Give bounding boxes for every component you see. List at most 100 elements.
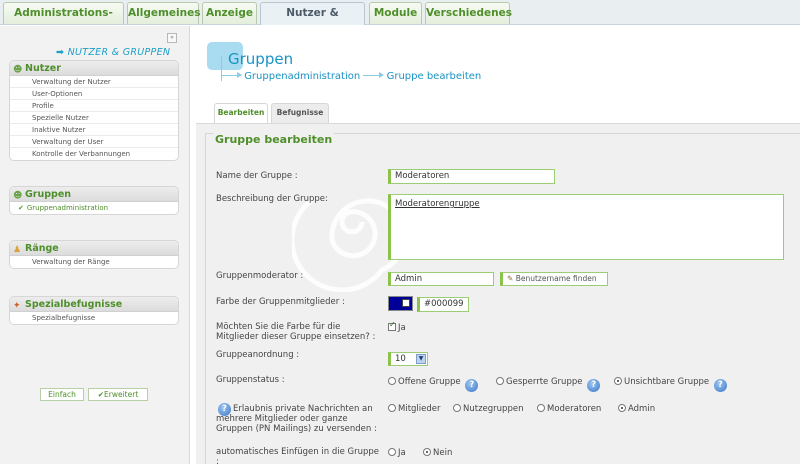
use-color-yes-label: Ja <box>398 323 406 333</box>
sidebar-item-gruppenadministration[interactable]: ✔ Gruppenadministration <box>10 202 178 214</box>
auto-yes-radio[interactable] <box>388 448 396 456</box>
auto-insert-label: automatisches Einfügen in die Gruppe : <box>216 447 380 464</box>
panel-raenge: ♟ Ränge Verwaltung der Ränge <box>9 240 179 269</box>
help-icon[interactable]: ? <box>587 379 601 392</box>
pm-usergroups-option[interactable]: Nutzegruppen <box>453 404 523 414</box>
sidebar-item-verwaltung-raenge[interactable]: Verwaltung der Ränge <box>10 256 178 268</box>
use-color-checkbox[interactable] <box>388 320 396 331</box>
sidebar-item-label: Gruppenadministration <box>26 204 109 212</box>
pm-moderators-radio[interactable] <box>537 404 545 412</box>
breadcrumb-arrow-icon <box>363 72 385 78</box>
sidebar-item-verwaltung-user[interactable]: Verwaltung der User <box>10 136 178 148</box>
sidebar-item-verbannungen[interactable]: Kontrolle der Verbannungen <box>10 148 178 160</box>
panel-header[interactable]: ☻ Nutzer <box>10 61 178 76</box>
tab-anzeige[interactable]: Anzeige <box>202 2 257 24</box>
status-invisible-label: Unsichtbare Gruppe <box>624 377 710 387</box>
status-invisible-option[interactable]: Unsichtbare Gruppe ? <box>614 377 727 392</box>
pm-admin-option[interactable]: Admin <box>618 404 655 414</box>
pencil-icon: ✎ <box>507 274 514 283</box>
sidebar-item-user-optionen[interactable]: User-Optionen <box>10 88 178 100</box>
collapse-sidebar-icon[interactable]: « <box>167 33 177 43</box>
tab-verschiedenes[interactable]: Verschiedenes <box>425 2 512 24</box>
panel-header[interactable]: ☻ Gruppen <box>10 187 178 202</box>
find-username-button[interactable]: ✎ Benutzername finden <box>500 272 608 286</box>
tab-befugnisse[interactable]: Befugnisse <box>271 103 329 123</box>
status-locked-option[interactable]: Gesperrte Gruppe ? <box>496 377 601 392</box>
status-open-label: Offene Gruppe <box>398 377 461 387</box>
use-color-label: Möchten Sie die Farbe für die Mitglieder… <box>216 322 376 342</box>
help-icon[interactable]: ? <box>713 379 727 392</box>
page-title: Gruppen <box>228 50 294 68</box>
tab-allgemeines[interactable]: Allgemeines <box>127 2 200 24</box>
status-locked-radio[interactable] <box>496 377 504 385</box>
chevron-down-icon: ▼ <box>416 354 426 364</box>
main-content: Gruppen Gruppenadministration Gruppe bea… <box>196 26 800 464</box>
form-legend: Gruppe bearbeiten <box>213 133 335 146</box>
tab-administrations-index[interactable]: Administrations-Index <box>3 2 124 39</box>
auto-yes-label: Ja <box>398 448 406 458</box>
simple-mode-button[interactable]: Einfach <box>40 388 84 401</box>
checkmark-icon: ✔ <box>18 204 24 212</box>
pm-usergroups-radio[interactable] <box>453 404 461 412</box>
auto-no-option[interactable]: Nein <box>423 448 452 458</box>
panel-title: Gruppen <box>25 189 72 200</box>
panel-header[interactable]: ✦ Spezialbefugnisse <box>10 297 178 312</box>
tab-module[interactable]: Module <box>369 2 422 24</box>
user-icon: ☻ <box>13 65 23 75</box>
panel-nutzer: ☻ Nutzer Verwaltung der Nutzer User-Optio… <box>9 60 179 161</box>
status-open-radio[interactable] <box>388 377 396 385</box>
pm-admin-radio[interactable] <box>618 404 626 412</box>
pm-moderators-label: Moderatoren <box>547 404 602 414</box>
auto-yes-option[interactable]: Ja <box>388 448 406 458</box>
pm-permission-label: Erlaubnis private Nachrichten an mehrere… <box>216 404 377 434</box>
group-name-input[interactable]: Moderatoren <box>388 169 555 184</box>
extended-mode-label: Erweitert <box>104 390 139 399</box>
breadcrumb-item[interactable]: Gruppe bearbeiten <box>387 71 482 82</box>
sidebar-item-spezielle-nutzer[interactable]: Spezielle Nutzer <box>10 112 178 124</box>
color-picker-swatch[interactable] <box>388 296 413 311</box>
pm-members-radio[interactable] <box>388 404 396 412</box>
sidebar: « ➡ NUTZER & GRUPPEN ☻ Nutzer Verwaltung … <box>0 26 190 464</box>
group-order-label: Gruppeanordnung : <box>216 350 300 360</box>
panel-title: Ränge <box>25 243 59 254</box>
group-description-textarea[interactable]: Moderatorengruppe <box>388 194 784 260</box>
sidebar-item-verwaltung-nutzer[interactable]: Verwaltung der Nutzer <box>10 76 178 88</box>
group-order-value: 10 <box>395 354 406 364</box>
tab-bearbeiten[interactable]: Bearbeiten <box>214 103 268 123</box>
breadcrumb-arrow-icon <box>221 72 242 78</box>
auto-no-radio[interactable] <box>423 448 431 456</box>
help-icon[interactable]: ? <box>465 379 479 392</box>
sidebar-item-profile[interactable]: Profile <box>10 100 178 112</box>
group-moderator-input[interactable]: Admin <box>388 272 494 286</box>
auto-no-label: Nein <box>433 448 453 458</box>
pm-members-option[interactable]: Mitglieder <box>388 404 441 414</box>
find-username-label: Benutzername finden <box>515 274 597 283</box>
group-name-label: Name der Gruppe : <box>216 171 298 181</box>
use-color-checkbox-option[interactable]: Ja <box>388 320 406 333</box>
breadcrumb-item[interactable]: Gruppenadministration <box>244 71 360 82</box>
group-color-input[interactable]: #000099 <box>417 297 469 312</box>
breadcrumb: Gruppenadministration Gruppe bearbeiten <box>221 71 481 82</box>
rank-icon: ♟ <box>13 245 22 255</box>
tab-nutzer-gruppen[interactable]: Nutzer & Gruppen <box>260 2 365 39</box>
pm-members-label: Mitglieder <box>398 404 441 414</box>
status-open-option[interactable]: Offene Gruppe ? <box>388 377 479 392</box>
panel-title: Nutzer <box>25 63 61 74</box>
special-icon: ✦ <box>13 301 21 311</box>
group-status-label: Gruppenstatus : <box>216 375 285 385</box>
pm-moderators-option[interactable]: Moderatoren <box>537 404 601 414</box>
sidebar-section-title: ➡ NUTZER & GRUPPEN <box>56 47 171 58</box>
sidebar-item-spezialbefugnisse[interactable]: Spezialbefugnisse <box>10 312 178 324</box>
color-picker-icon <box>402 299 410 307</box>
status-locked-label: Gesperrte Gruppe <box>506 377 583 387</box>
group-moderator-label: Gruppenmoderator : <box>216 271 304 281</box>
extended-mode-button[interactable]: ✔Erweitert <box>88 388 148 401</box>
status-invisible-radio[interactable] <box>614 377 622 385</box>
panel-gruppen: ☻ Gruppen ✔ Gruppenadministration <box>9 186 179 215</box>
panel-header[interactable]: ♟ Ränge <box>10 241 178 256</box>
sidebar-item-inaktive-nutzer[interactable]: Inaktive Nutzer <box>10 124 178 136</box>
group-color-label: Farbe der Gruppenmitglieder : <box>216 297 345 307</box>
top-tab-bar: Administrations-Index Allgemeines Anzeig… <box>0 0 800 39</box>
group-order-select[interactable]: 10 ▼ <box>388 352 428 366</box>
panel-title: Spezialbefugnisse <box>25 299 123 310</box>
